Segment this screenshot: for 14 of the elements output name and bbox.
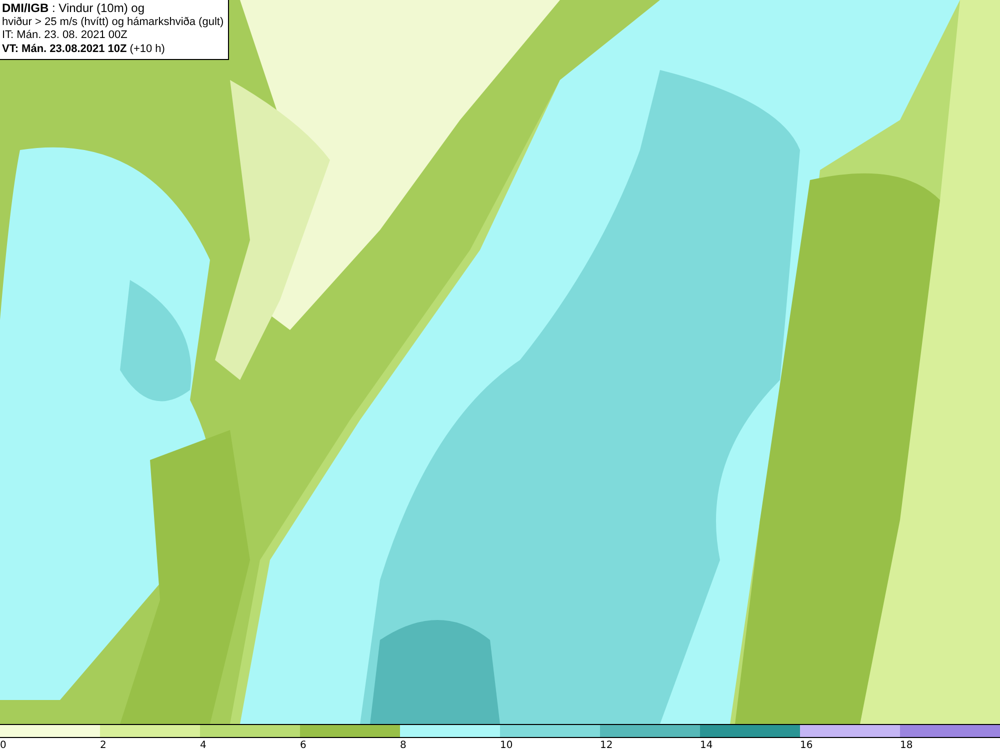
legend-tick-label: 10 <box>500 739 513 753</box>
legend-tick-label: 18 <box>900 739 913 753</box>
legend-tick-label: 0 <box>0 739 6 753</box>
legend-tick-label: 12 <box>600 739 613 753</box>
title-line: IT: Mán. 23. 08. 2021 00Z <box>2 29 128 42</box>
legend-tick-label: 14 <box>700 739 713 753</box>
legend-tick-label: 2 <box>100 739 106 753</box>
title-line: hviður > 25 m/s (hvítt) og hámarkshviða (gult) <box>2 16 224 29</box>
title-line: VT: Mán. 23.08.2021 10Z (+10 h) <box>2 42 166 56</box>
legend-tick-label: 6 <box>300 739 306 753</box>
title-line: DMI/IGB : Vindur (10m) og <box>2 2 146 16</box>
legend-tick-label: 8 <box>400 739 406 753</box>
legend-tick-label: 4 <box>200 739 206 753</box>
legend-tick-label: 16 <box>800 739 813 753</box>
